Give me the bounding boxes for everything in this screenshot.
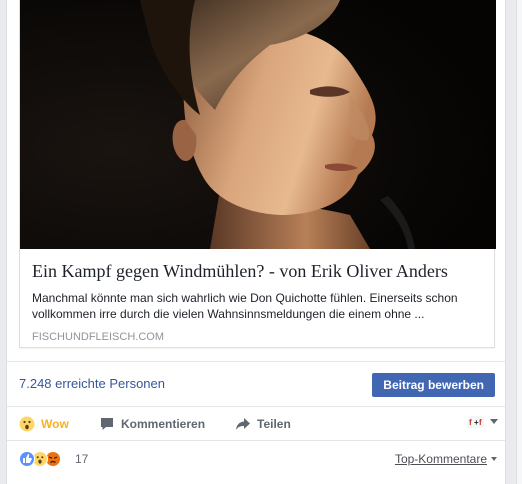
reactions-summary-row: 17 Top-Kommentare [7, 441, 505, 479]
svg-text:f: f [469, 418, 472, 427]
link-preview-card[interactable]: Ein Kampf gegen Windmühlen? - von Erik O… [19, 0, 496, 348]
chevron-down-icon [490, 419, 498, 424]
share-icon [236, 418, 250, 430]
wow-icon [19, 416, 35, 432]
post-action-bar: Wow Kommentieren Teilen f + f [7, 407, 505, 441]
page-avatar-icon: f + f [468, 416, 484, 428]
like-icon [19, 451, 35, 467]
link-domain: FISCHUNDFLEISCH.COM [32, 331, 165, 343]
reaction-icons[interactable] [19, 451, 61, 467]
portrait-photo [20, 0, 496, 249]
link-preview-text[interactable]: Ein Kampf gegen Windmühlen? - von Erik O… [32, 258, 488, 344]
comment-button[interactable]: Kommentieren [99, 416, 205, 432]
comment-sort-label: Top-Kommentare [394, 452, 487, 466]
reach-link[interactable]: 7.248 erreichte Personen [19, 376, 165, 391]
share-label: Teilen [257, 417, 291, 431]
share-button[interactable]: Teilen [235, 416, 291, 432]
scrollbar-track[interactable] [516, 0, 522, 484]
post-insights-row: 7.248 erreichte Personen Beitrag bewerbe… [7, 361, 505, 407]
wow-label: Wow [41, 417, 69, 431]
comment-as-selector[interactable]: f + f [468, 415, 499, 429]
link-preview-image[interactable] [20, 0, 496, 249]
link-description: Manchmal könnte man sich wahrlich wie Do… [32, 291, 458, 321]
comment-label: Kommentieren [121, 417, 206, 431]
svg-text:f: f [479, 418, 482, 427]
promote-post-button[interactable]: Beitrag bewerben [372, 373, 495, 397]
wow-reaction-button[interactable]: Wow [19, 416, 69, 432]
link-title[interactable]: Ein Kampf gegen Windmühlen? - von Erik O… [32, 258, 488, 284]
feed-post: Ein Kampf gegen Windmühlen? - von Erik O… [6, 0, 506, 484]
comment-sort-selector[interactable]: Top-Kommentare [395, 452, 497, 466]
reaction-count[interactable]: 17 [75, 452, 88, 466]
comment-icon [101, 418, 113, 430]
caret-down-icon [491, 457, 497, 461]
